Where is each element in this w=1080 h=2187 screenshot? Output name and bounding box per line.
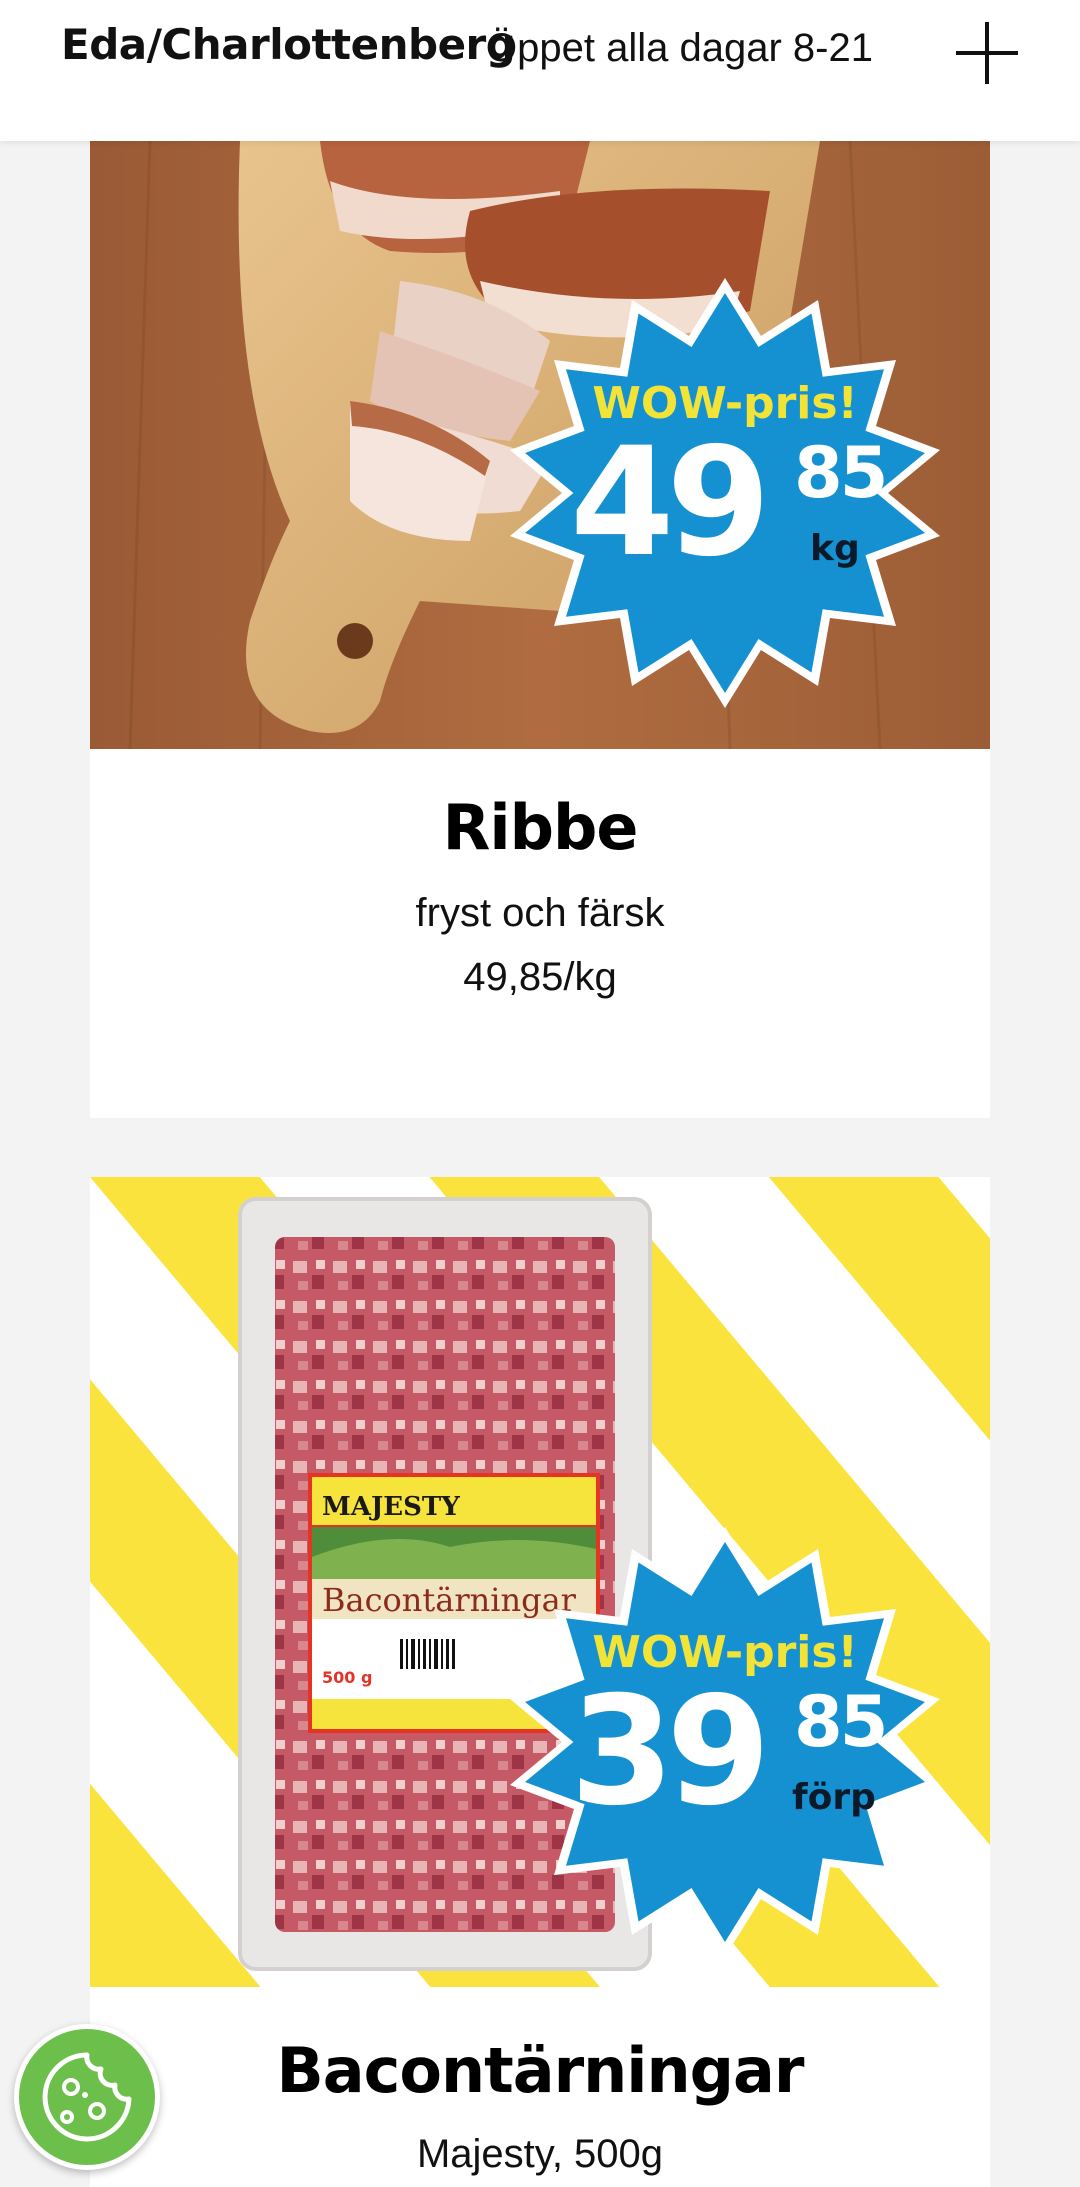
- product-card-ribbe[interactable]: WOW-pris! 49 85 kg Ribbe fryst och färsk…: [90, 141, 990, 1118]
- plus-icon[interactable]: [952, 18, 1022, 88]
- badge-price-whole: 39: [570, 1665, 771, 1839]
- badge-price-cents: 85: [794, 432, 888, 514]
- product-title: Bacontärningar: [276, 2034, 805, 2107]
- badge-unit: kg: [810, 528, 860, 569]
- store-name[interactable]: Eda/Charlottenberg: [61, 20, 516, 69]
- product-price: 49,85/kg: [463, 955, 617, 999]
- badge-price-whole: 49: [570, 416, 771, 590]
- store-hours: Öppet alla dagar 8-21: [486, 26, 873, 70]
- cookie-icon: [42, 2052, 132, 2142]
- package-weight: 500 g: [322, 1668, 372, 1687]
- product-subtitle: Majesty, 500g: [416, 2132, 664, 2176]
- badge-price-cents: 85: [794, 1681, 888, 1763]
- product-title: Ribbe: [442, 791, 639, 864]
- product-image-bacon: MAJESTY Bacontärningar 500 g WOW-pris! 3…: [90, 1177, 990, 1987]
- header: Eda/Charlottenberg Öppet alla dagar 8-21: [0, 0, 1080, 141]
- wow-price-badge: WOW-pris! 39 85 förp: [510, 1527, 940, 1957]
- product-subtitle: fryst och färsk: [415, 891, 665, 935]
- package-brand: MAJESTY: [322, 1492, 460, 1522]
- wow-price-badge: WOW-pris! 49 85 kg: [510, 278, 940, 708]
- badge-unit: förp: [792, 1777, 876, 1818]
- product-card-bacontarningar[interactable]: MAJESTY Bacontärningar 500 g WOW-pris! 3…: [90, 1177, 990, 2187]
- cookie-settings-button[interactable]: [14, 2024, 160, 2170]
- product-image-ribbe: WOW-pris! 49 85 kg: [90, 141, 990, 749]
